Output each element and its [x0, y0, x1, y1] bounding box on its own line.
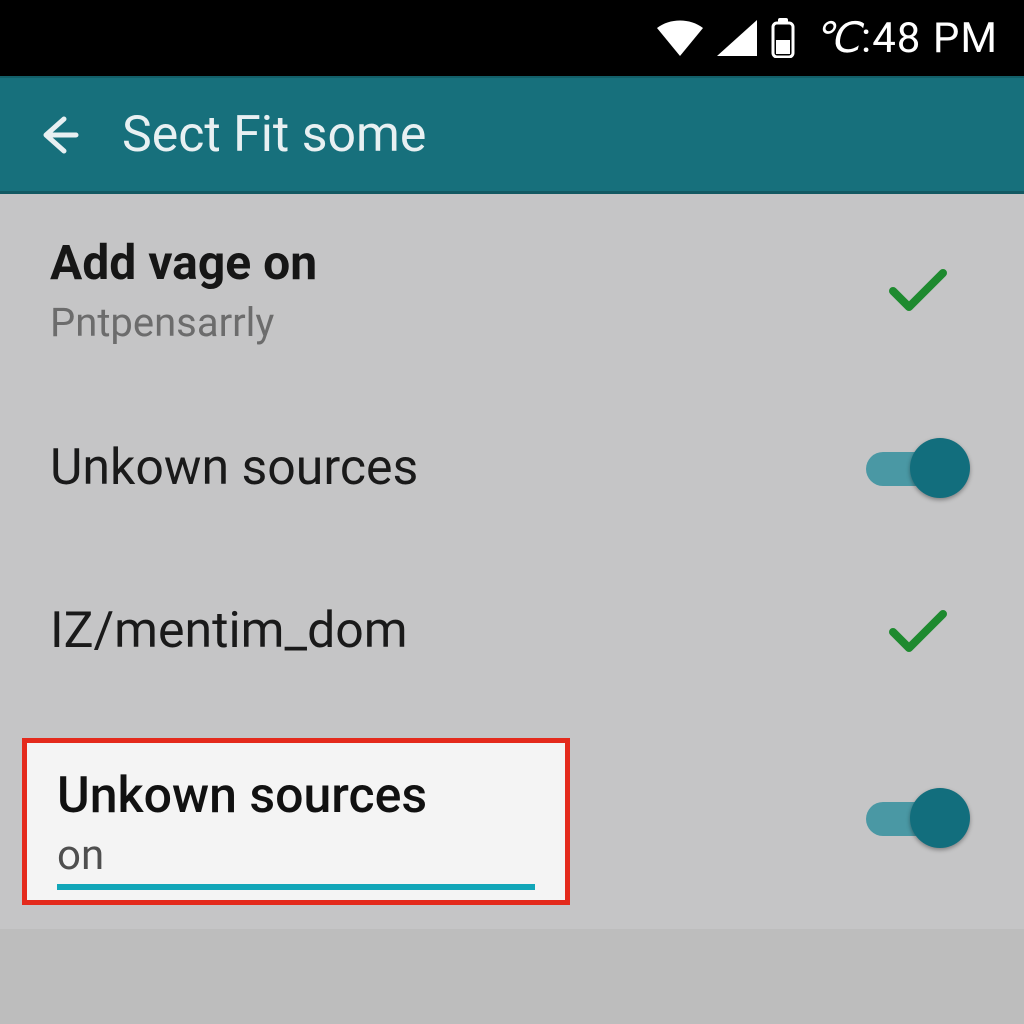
highlight-callout: Unkown sources on [22, 738, 570, 905]
back-button[interactable] [34, 111, 82, 159]
settings-row-mentim-dom[interactable]: IZ/mentim_dom [0, 550, 1024, 712]
settings-row-unknown-sources-2[interactable]: Unkown sources on [0, 712, 1024, 929]
row-title: IZ/mentim_dom [50, 602, 408, 660]
settings-list: Add vage on Pntpensarrly Unkown sources … [0, 194, 1024, 929]
row-subtitle: on [57, 831, 535, 880]
row-subtitle: Pntpensarrly [50, 299, 317, 346]
app-bar: Sect Fit some [0, 76, 1024, 194]
accent-underline-icon [57, 884, 535, 890]
status-icons [657, 18, 795, 58]
wifi-icon [657, 20, 703, 56]
checkmark-icon [858, 267, 978, 313]
battery-icon [771, 18, 795, 58]
settings-row-unknown-sources-1[interactable]: Unkown sources [0, 386, 1024, 550]
checkmark-icon [858, 608, 978, 654]
switch-toggle[interactable] [858, 788, 978, 848]
switch-toggle[interactable] [858, 438, 978, 498]
row-title: Unkown sources [57, 767, 535, 825]
row-title: Add vage on [50, 234, 317, 291]
status-bar: ℃:48 PM [0, 0, 1024, 76]
settings-row-add-vage[interactable]: Add vage on Pntpensarrly [0, 194, 1024, 386]
status-clock: ℃:48 PM [813, 13, 998, 63]
row-title: Unkown sources [50, 439, 418, 497]
page-title: Sect Fit some [122, 106, 426, 164]
cell-signal-icon [717, 20, 757, 56]
